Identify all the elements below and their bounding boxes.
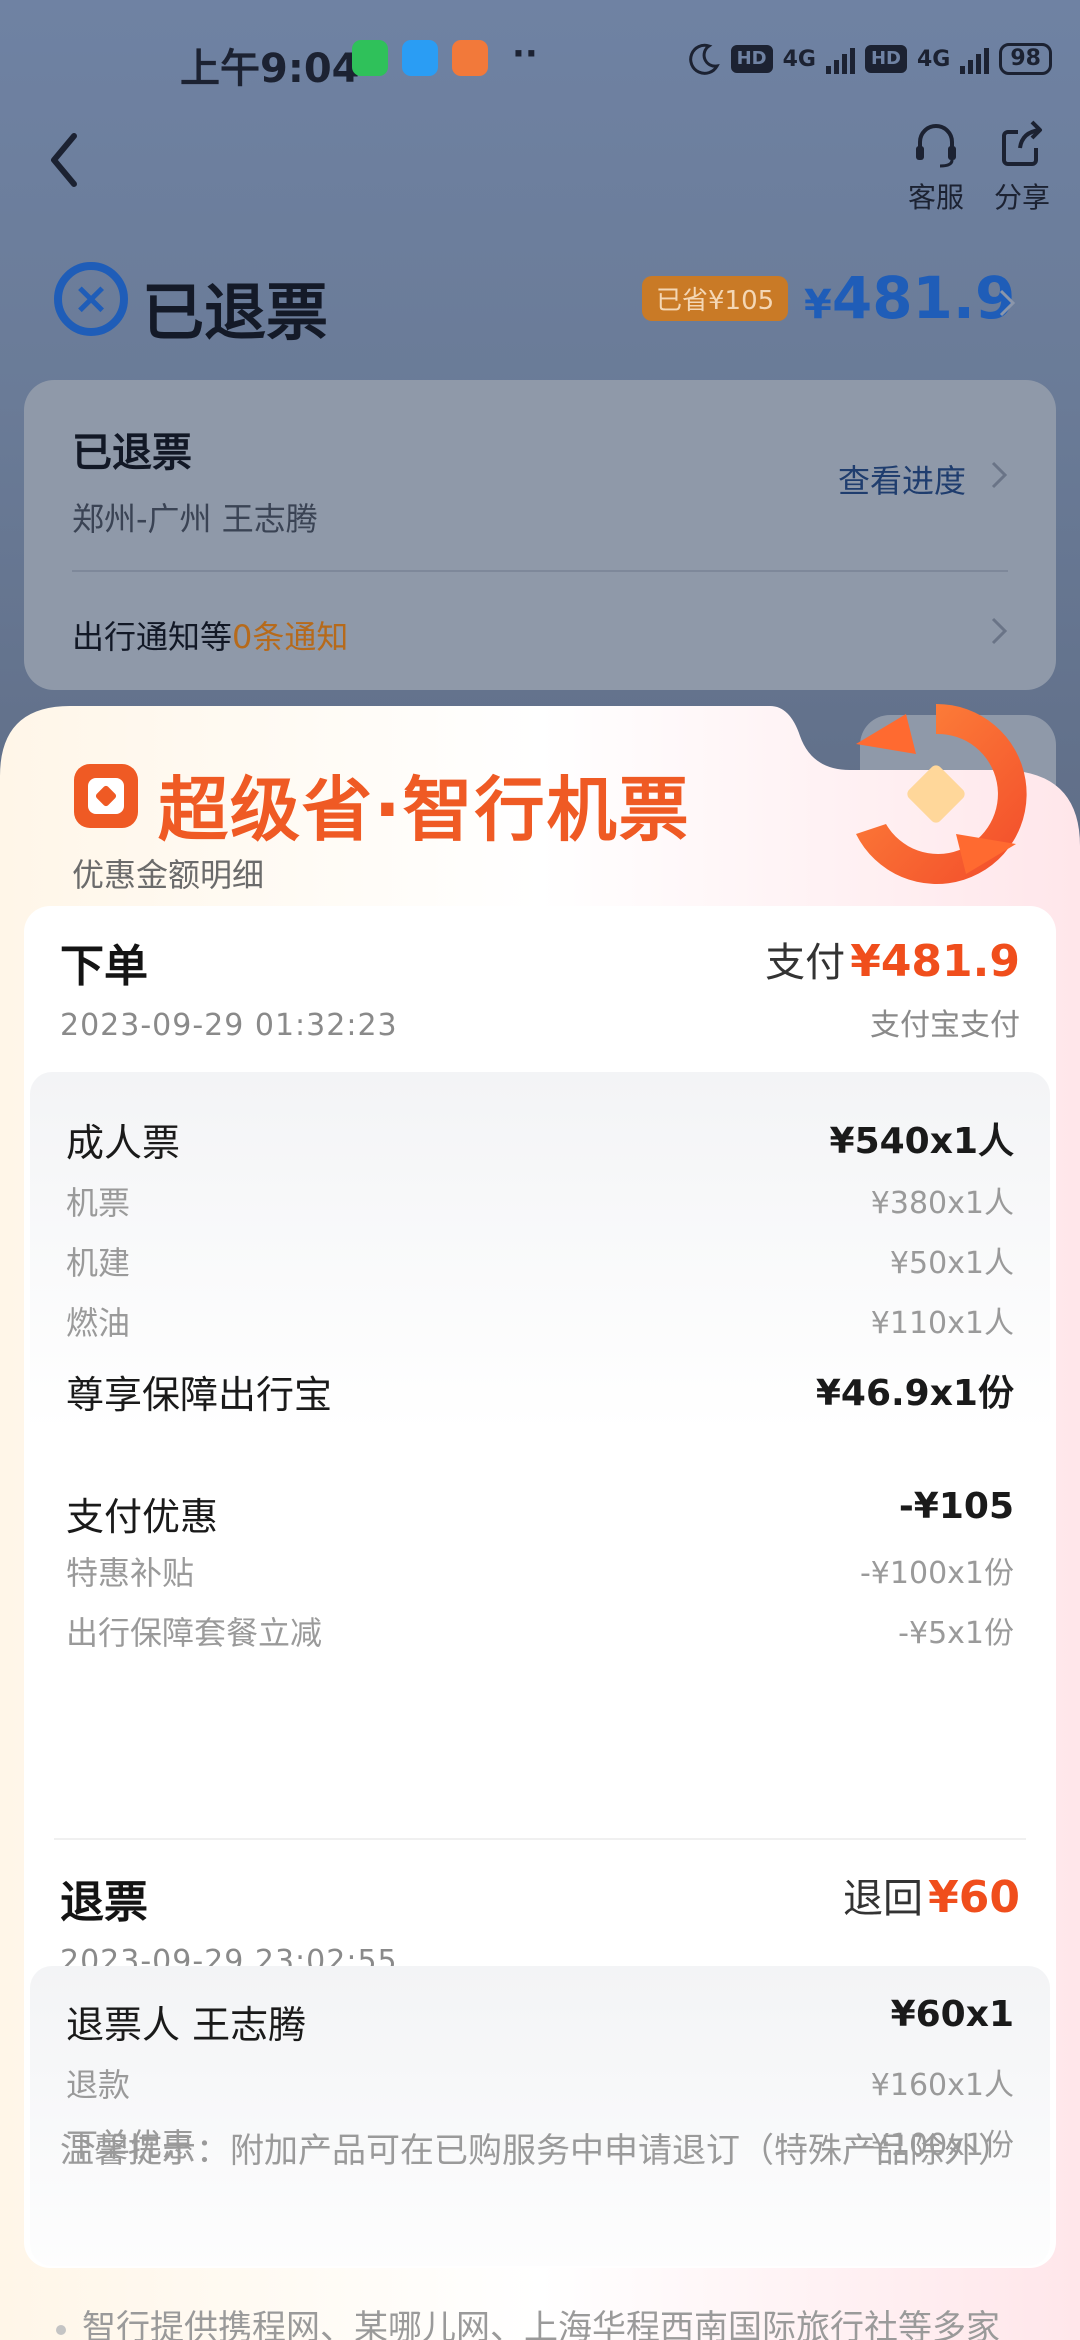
travel-notifications-link[interactable]: 出行通知等0条通知 — [72, 612, 348, 658]
discount-detail-sheet: 超级省·智行机票 优惠金额明细 下单 2023-09-29 01:32:23 支… — [0, 703, 1080, 2340]
payment-summary: 支付 ¥481.9 支付宝支付 — [765, 930, 1020, 1044]
back-arrow-icon[interactable] — [44, 130, 84, 190]
notify-prefix: 出行通知等 — [72, 618, 233, 656]
refund-amount-value: ¥160x1人 — [870, 2068, 1014, 2103]
adult-ticket-value: ¥540x1人 — [829, 1121, 1014, 1162]
chevron-right-icon — [991, 461, 1008, 489]
subsidy-value: -¥100x1份 — [859, 1556, 1014, 1591]
customer-service-button[interactable]: 客服 — [896, 118, 976, 216]
ticket-fare-value: ¥380x1人 — [870, 1186, 1014, 1221]
network-label: 4G — [782, 46, 816, 72]
refund-summary: 退回 ¥60 — [843, 1866, 1020, 1924]
fuel-fee-value: ¥110x1人 — [870, 1306, 1014, 1341]
subsidy-label: 特惠补贴 — [66, 1554, 195, 1592]
refund-person-value: ¥60x1 — [890, 1994, 1014, 2035]
more-notifications-icon: ·· — [512, 34, 538, 74]
price-amount: 481.9 — [831, 264, 1016, 332]
order-section-header: 下单 2023-09-29 01:32:23 支付 ¥481.9 支付宝支付 — [60, 930, 1020, 1050]
insurance-value: ¥46.9x1份 — [815, 1373, 1014, 1414]
refund-breakdown-panel: 退票人 王志腾 ¥60x1 退款 ¥160x1人 下单优惠 -¥100x1份 — [30, 1966, 1050, 2266]
network-label-2: 4G — [917, 46, 951, 72]
mi-store-icon — [452, 40, 488, 76]
airport-fee-value: ¥50x1人 — [889, 1246, 1014, 1281]
airport-fee-row: 机建 ¥50x1人 — [66, 1238, 1014, 1284]
payment-discount-label: 支付优惠 — [66, 1495, 219, 1539]
refund-amount-row: 退款 ¥160x1人 — [66, 2060, 1014, 2106]
order-card-title: 已退票 — [72, 430, 192, 476]
airport-fee-label: 机建 — [66, 1244, 131, 1282]
insurance-row: 尊享保障出行宝 ¥46.9x1份 — [66, 1364, 1014, 1419]
refund-person-row: 退票人 王志腾 ¥60x1 — [66, 1994, 1014, 2049]
chevron-right-icon — [999, 289, 1016, 317]
share-button[interactable]: 分享 — [982, 118, 1062, 216]
adult-ticket-row: 成人票 ¥540x1人 — [66, 1112, 1014, 1167]
x-circle-icon: × — [54, 262, 128, 336]
refund-status-row: × 已退票 已省¥105 ¥481.9 — [54, 258, 1034, 349]
brand-title: 超级省·智行机票 — [158, 769, 691, 851]
view-progress-link[interactable]: 查看进度 — [838, 456, 966, 502]
order-route: 郑州-广州 王志腾 — [72, 500, 318, 538]
hd-badge-2: HD — [864, 45, 907, 73]
sheet-subtitle: 优惠金额明细 — [72, 856, 265, 894]
status-bar: 上午9:04 ·· HD 4G HD 4G 98 — [0, 0, 1080, 120]
pay-method: 支付宝支付 — [870, 1008, 1020, 1043]
package-discount-label: 出行保障套餐立减 — [66, 1614, 323, 1652]
total-price[interactable]: ¥481.9 — [804, 264, 1015, 332]
battery-icon: 98 — [999, 43, 1052, 75]
refund-tip: 温馨提示：附加产品可在已购服务中申请退订（特殊产品除外） — [60, 2131, 1012, 2171]
headset-icon — [916, 124, 956, 168]
ticket-fare-label: 机票 — [66, 1184, 131, 1222]
package-discount-value: -¥5x1份 — [898, 1616, 1014, 1651]
fuel-fee-row: 燃油 ¥110x1人 — [66, 1298, 1014, 1344]
super-save-mascot-icon — [856, 703, 1027, 884]
zhixing-logo-icon — [74, 764, 138, 828]
customer-service-label: 客服 — [907, 181, 964, 214]
share-icon — [1002, 120, 1042, 166]
message-app-icon — [402, 40, 438, 76]
hd-badge: HD — [730, 45, 773, 73]
package-discount-row: 出行保障套餐立减 -¥5x1份 — [66, 1608, 1014, 1654]
moon-icon — [688, 43, 720, 75]
notify-count: 0条通知 — [232, 618, 349, 656]
refund-person-label: 退票人 王志腾 — [66, 2003, 307, 2047]
share-label: 分享 — [993, 181, 1050, 214]
pay-amount: ¥481.9 — [850, 936, 1020, 987]
signal-icon-2 — [960, 44, 990, 74]
return-label: 退回 — [843, 1876, 924, 1922]
pay-label: 支付 — [765, 940, 846, 986]
payment-discount-row: 支付优惠 -¥105 — [66, 1486, 1014, 1541]
fuel-fee-label: 燃油 — [66, 1304, 131, 1342]
insurance-label: 尊享保障出行宝 — [66, 1373, 333, 1417]
return-amount: ¥60 — [928, 1872, 1020, 1923]
currency-symbol: ¥ — [804, 282, 832, 328]
divider — [72, 570, 1008, 572]
payment-discount-value: -¥105 — [898, 1486, 1014, 1527]
order-card: 已退票 郑州-广州 王志腾 查看进度 出行通知等0条通知 — [24, 380, 1056, 690]
subsidy-row: 特惠补贴 -¥100x1份 — [66, 1548, 1014, 1594]
status-title: 已退票 — [142, 276, 329, 349]
fare-breakdown-panel: 成人票 ¥540x1人 机票 ¥380x1人 机建 ¥50x1人 燃油 ¥110… — [30, 1072, 1050, 1712]
status-indicators: HD 4G HD 4G 98 — [687, 42, 1052, 76]
status-time: 上午9:04 — [180, 46, 360, 92]
adult-ticket-label: 成人票 — [66, 1121, 181, 1165]
wechat-icon — [352, 40, 388, 76]
section-divider — [54, 1838, 1026, 1840]
saved-badge: 已省¥105 — [642, 276, 789, 321]
chevron-right-icon — [991, 617, 1008, 645]
footer-note: 智行提供携程网、某哪儿网、上海华程西南国际旅行社等多家 — [56, 2300, 1000, 2340]
ticket-fare-row: 机票 ¥380x1人 — [66, 1178, 1014, 1224]
detail-card: 下单 2023-09-29 01:32:23 支付 ¥481.9 支付宝支付 成… — [24, 906, 1056, 2268]
signal-icon — [825, 44, 855, 74]
refund-amount-label: 退款 — [66, 2066, 131, 2104]
